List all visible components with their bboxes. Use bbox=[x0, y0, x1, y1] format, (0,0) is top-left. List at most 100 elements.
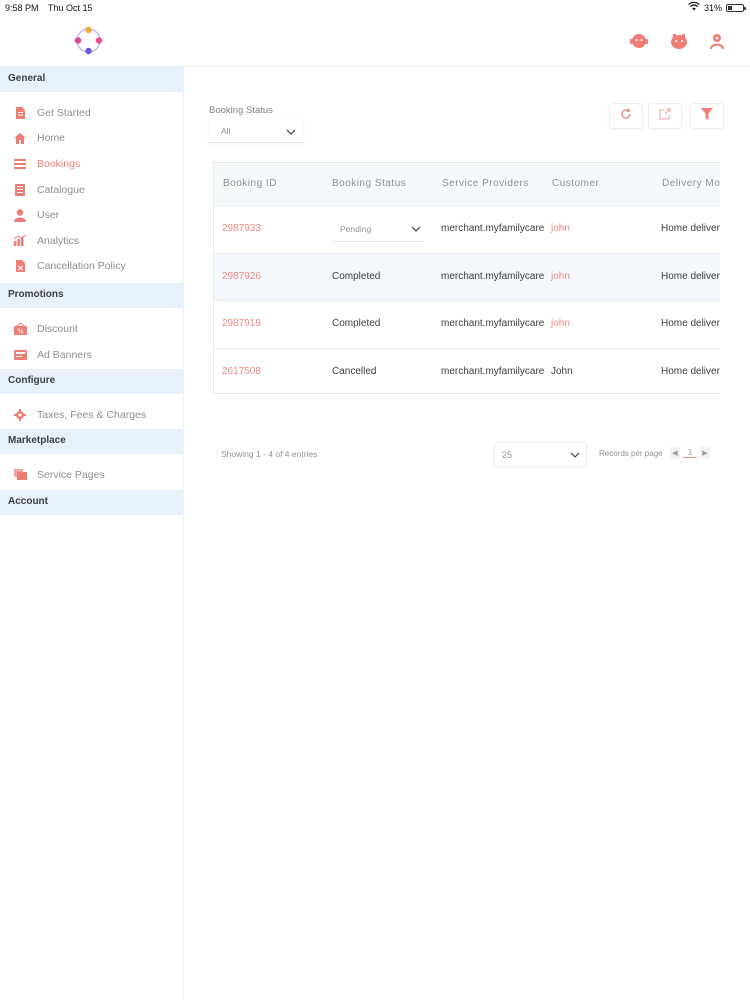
table-header: Booking ID Booking Status Service Provid… bbox=[214, 162, 720, 205]
battery-icon bbox=[726, 3, 746, 12]
filter-button[interactable] bbox=[690, 103, 724, 129]
booking-id-link[interactable]: 2987926 bbox=[222, 271, 261, 282]
pages-icon bbox=[13, 468, 27, 482]
section-account: Account bbox=[0, 489, 183, 515]
delivery-mode: Home deliver bbox=[661, 270, 720, 282]
user-icon bbox=[13, 208, 27, 222]
sidebar-item-get-started[interactable]: Get Started bbox=[0, 100, 183, 126]
table-row: 2617508 Cancelled merchant.myfamilycare … bbox=[214, 347, 720, 393]
column-header-customer[interactable]: Customer bbox=[552, 178, 599, 189]
notification-icon[interactable] bbox=[668, 30, 690, 52]
battery-percent: 31% bbox=[703, 2, 722, 13]
sidebar-item-label: Cancellation Policy bbox=[37, 260, 126, 273]
export-icon bbox=[659, 107, 671, 125]
refresh-button[interactable] bbox=[609, 103, 643, 129]
page-number-button[interactable]: 1 bbox=[683, 448, 697, 458]
banner-icon bbox=[13, 348, 27, 362]
sidebar-item-label: Catalogue bbox=[37, 183, 85, 196]
delivery-mode: Home deliver bbox=[661, 365, 720, 377]
customer-link[interactable]: john bbox=[551, 318, 570, 329]
section-promotions: Promotions bbox=[0, 283, 183, 309]
entries-summary: Showing 1 - 4 of 4 entries bbox=[221, 449, 318, 459]
sidebar-item-label: Discount bbox=[37, 322, 78, 335]
booking-status-select[interactable]: Pending bbox=[331, 216, 423, 242]
status-time: 9:58 PM bbox=[5, 3, 39, 13]
sidebar-item-service-pages[interactable]: Service Pages bbox=[0, 462, 183, 488]
filter-icon bbox=[701, 107, 713, 125]
booking-id-link[interactable]: 2987933 bbox=[222, 223, 261, 234]
bookings-table: Booking ID Booking Status Service Provid… bbox=[213, 162, 720, 394]
column-header-booking-status[interactable]: Booking Status bbox=[332, 178, 406, 189]
status-date: Thu Oct 15 bbox=[48, 3, 93, 13]
cancel-doc-icon bbox=[13, 259, 27, 273]
sidebar-item-label: Get Started bbox=[37, 106, 91, 119]
delivery-mode: Home deliver bbox=[661, 223, 720, 234]
customer-link[interactable]: john bbox=[551, 223, 570, 234]
prev-page-button[interactable]: ◀ bbox=[670, 447, 680, 459]
chevron-right-icon: ▶ bbox=[702, 450, 708, 457]
column-header-booking-id[interactable]: Booking ID bbox=[223, 178, 277, 189]
refresh-icon bbox=[620, 107, 632, 125]
discount-icon: % bbox=[13, 322, 27, 336]
app-logo[interactable] bbox=[74, 26, 103, 55]
wifi-icon bbox=[688, 1, 700, 13]
next-page-button[interactable]: ▶ bbox=[700, 447, 710, 459]
column-header-delivery-mode[interactable]: Delivery Mo bbox=[662, 178, 720, 189]
pagination: ◀ 1 ▶ bbox=[670, 447, 710, 459]
booking-status: Completed bbox=[332, 318, 381, 329]
sidebar-item-home[interactable]: Home bbox=[0, 126, 183, 152]
booking-status: Cancelled bbox=[332, 365, 377, 377]
document-icon bbox=[13, 106, 27, 120]
profile-icon[interactable] bbox=[706, 30, 728, 52]
booking-id-link[interactable]: 2987919 bbox=[222, 318, 261, 329]
section-configure: Configure bbox=[0, 369, 183, 395]
sidebar-item-analytics[interactable]: Analytics bbox=[0, 228, 183, 254]
booking-id-link[interactable]: 2617508 bbox=[222, 366, 261, 377]
sidebar-item-label: Service Pages bbox=[37, 468, 105, 481]
chart-icon bbox=[13, 234, 27, 248]
sidebar-item-label: Home bbox=[37, 132, 66, 145]
book-icon bbox=[13, 183, 27, 197]
sidebar-item-catalogue[interactable]: Catalogue bbox=[0, 177, 183, 203]
chevron-down-icon bbox=[411, 224, 421, 234]
support-agent-icon[interactable] bbox=[628, 30, 650, 52]
sidebar-item-discount[interactable]: % Discount bbox=[0, 316, 183, 342]
booking-status-filter-select[interactable]: All bbox=[209, 119, 303, 143]
sidebar-item-label: Ad Banners bbox=[37, 348, 92, 361]
records-per-page-label: Records per page bbox=[599, 449, 663, 458]
delivery-mode: Home deliver bbox=[661, 318, 720, 329]
section-marketplace: Marketplace bbox=[0, 428, 183, 454]
top-bar bbox=[0, 16, 750, 67]
chevron-down-icon bbox=[286, 127, 296, 137]
service-provider: merchant.myfamilycare bbox=[441, 270, 545, 282]
home-icon bbox=[13, 131, 27, 145]
sidebar-item-label: User bbox=[37, 209, 60, 222]
service-provider: merchant.myfamilycare bbox=[441, 318, 545, 329]
sidebar-item-label: Analytics bbox=[37, 234, 80, 247]
booking-status: Completed bbox=[332, 270, 381, 282]
gear-icon bbox=[13, 408, 27, 422]
table-row: 2987933 Pending merchant.myfamilycare jo… bbox=[214, 205, 720, 253]
sidebar-item-cancellation-policy[interactable]: Cancellation Policy bbox=[0, 254, 183, 280]
svg-text:%: % bbox=[17, 327, 24, 335]
booking-status-filter-label: Booking Status bbox=[209, 105, 273, 116]
customer-name: John bbox=[551, 365, 573, 377]
sidebar: General Get Started Home Bookings Catalo… bbox=[0, 67, 184, 1000]
records-per-page-select[interactable]: 25 bbox=[494, 442, 587, 467]
customer-link[interactable]: john bbox=[551, 271, 570, 282]
chevron-down-icon bbox=[570, 450, 580, 460]
sidebar-item-taxes-fees-charges[interactable]: Taxes, Fees & Charges bbox=[0, 402, 183, 428]
service-provider: merchant.myfamilycare bbox=[441, 365, 545, 377]
sidebar-item-user[interactable]: User bbox=[0, 202, 183, 228]
table-row: 2987926 Completed merchant.myfamilycare … bbox=[214, 252, 720, 300]
status-bar: 9:58 PM Thu Oct 15 31% bbox=[0, 0, 750, 16]
chevron-left-icon: ◀ bbox=[672, 450, 678, 457]
export-button[interactable] bbox=[648, 103, 682, 129]
list-icon bbox=[13, 157, 27, 171]
service-provider: merchant.myfamilycare bbox=[441, 223, 545, 234]
sidebar-item-bookings[interactable]: Bookings bbox=[0, 151, 183, 177]
section-general: General bbox=[0, 67, 183, 92]
column-header-service-providers[interactable]: Service Providers bbox=[442, 178, 529, 189]
sidebar-item-ad-banners[interactable]: Ad Banners bbox=[0, 342, 183, 368]
status-value: Pending bbox=[340, 224, 372, 234]
